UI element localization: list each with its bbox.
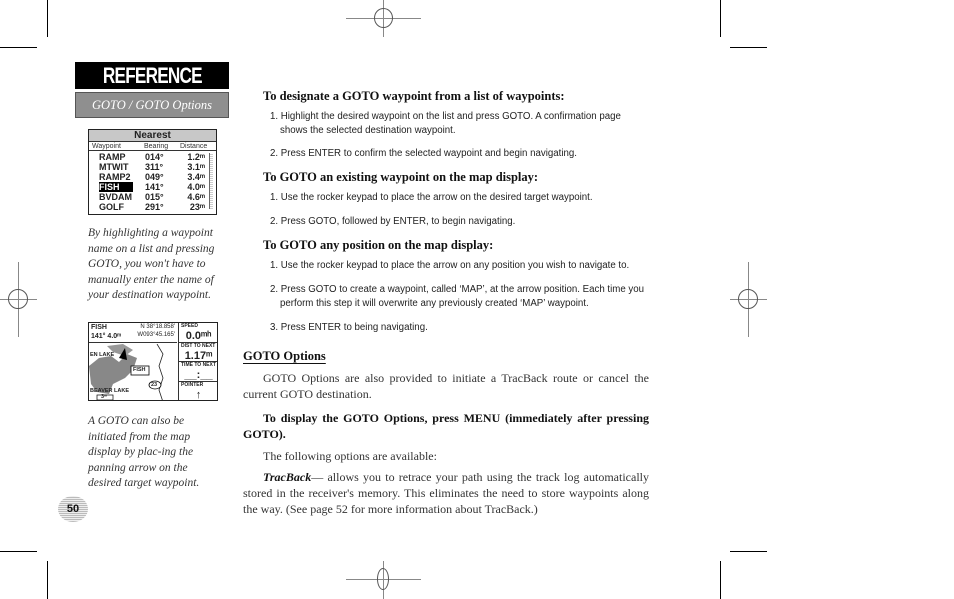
waypoint-name: RAMP2 [99, 172, 131, 182]
waypoint-bearing: 311° [145, 162, 164, 172]
step: 1. Highlight the desired waypoint on the… [270, 111, 621, 136]
crop-mark [730, 551, 767, 552]
caption-nearest: By highlighting a waypoint name on a lis… [88, 227, 215, 301]
scrollbar [209, 153, 213, 209]
waypoint-bearing: 015° [145, 192, 164, 202]
field-label: DIST TO NEXT [181, 342, 216, 349]
chapter-title: REFERENCE [102, 63, 203, 88]
column-header: Waypoint [92, 143, 121, 150]
pointer-field: POINTER ↑ [179, 381, 217, 401]
crop-mark [0, 551, 37, 552]
waypoint-row: GOLF 291° 23ᵐ [89, 202, 216, 212]
waypoint-bearing: 049° [145, 172, 164, 182]
crop-mark [47, 0, 48, 37]
waypoint-distance: 23ᵐ [189, 202, 205, 212]
waypoint-bearing: 014° [145, 152, 164, 162]
waypoint-name: FISH [99, 182, 133, 192]
waypoint-list: RAMP 014° 1.2ᵐ MTWIT 311° 3.1ᵐ RAMP2 049… [89, 151, 216, 212]
options-available: The following options are available: [263, 448, 437, 463]
waypoint-distance: 3.1ᵐ [187, 162, 205, 172]
pointer-arrow-icon: ↑ [195, 388, 202, 401]
tracback-option: TracBack— allows you to retrace your pat… [243, 469, 649, 517]
step: 2. Press GOTO to create a waypoint, call… [270, 284, 645, 309]
tracback-term: TracBack [263, 469, 312, 484]
crop-mark [720, 561, 721, 599]
registration-mark [730, 262, 767, 337]
longitude: W093°45.165' [137, 332, 175, 338]
section-heading: To GOTO any position on the map display: [263, 237, 494, 252]
page-number: 50 [58, 496, 88, 522]
waypoint-name: MTWIT [99, 162, 129, 172]
goto-options-heading: GOTO Options [243, 348, 326, 363]
column-headers: Waypoint Bearing Distance [89, 142, 216, 151]
step: 2. Press ENTER to confirm the selected w… [270, 148, 577, 159]
field-value: 0.0ᵐʰ [185, 330, 212, 342]
nearest-waypoints-screen: Nearest Waypoint Bearing Distance RAMP 0… [88, 129, 217, 215]
caption-map: A GOTO can also be initiated from the ma… [88, 415, 200, 489]
field-value: __:__ [184, 369, 213, 381]
map-label-waypoint: FISH [133, 367, 146, 373]
goto-options-instruction: To display the GOTO Options, press MENU … [243, 410, 649, 441]
goto-options-intro: GOTO Options are also provided to initia… [243, 370, 649, 401]
waypoint-name: BVDAM [99, 192, 132, 202]
waypoint-row: BVDAM 015° 4.6ᵐ [89, 192, 216, 202]
waypoint-bearing: 291° [145, 202, 164, 212]
time-to-next-field: TIME TO NEXT __:__ [179, 362, 217, 382]
map-label-scale: 3ᵐ [101, 394, 108, 400]
step: 3. Press ENTER to being navigating. [270, 322, 428, 333]
screen-title: Nearest [89, 130, 216, 142]
dist-to-next-field: DIST TO NEXT 1.17ᵐ [179, 342, 217, 362]
map-screen: FISH 141° 4.0ᵐ N 38°18.858' W093°45.165'… [88, 322, 218, 401]
speed-field: SPEED 0.0ᵐʰ [179, 323, 217, 343]
data-fields: SPEED 0.0ᵐʰ DIST TO NEXT 1.17ᵐ TIME TO N… [178, 323, 217, 401]
registration-mark [346, 0, 421, 37]
section-tab: GOTO / GOTO Options [75, 92, 229, 118]
field-label: SPEED [181, 323, 198, 329]
waypoint-name: GOLF [99, 202, 124, 212]
crop-mark [730, 47, 767, 48]
waypoint-distance: 1.2ᵐ [187, 152, 205, 162]
field-value: 1.17ᵐ [184, 349, 213, 362]
section-heading: To GOTO an existing waypoint on the map … [263, 169, 539, 184]
field-label: TIME TO NEXT [181, 362, 216, 368]
waypoint-row: MTWIT 311° 3.1ᵐ [89, 162, 216, 172]
registration-mark [346, 561, 421, 599]
column-header: Distance [180, 143, 208, 150]
waypoint-name: RAMP [99, 152, 126, 162]
map-label-lake: EN LAKE [90, 352, 115, 358]
registration-mark [0, 262, 37, 337]
waypoint-bearing: 141° [145, 182, 164, 192]
crop-mark [720, 0, 721, 37]
step: 1. Use the rocker keypad to place the ar… [270, 259, 630, 271]
waypoint-row-selected: FISH 141° 4.0ᵐ [89, 182, 216, 192]
map-area: EN LAKE BEAVER LAKE FISH 23 3ᵐ [89, 343, 177, 400]
chapter-banner: REFERENCE [75, 62, 229, 89]
map-label-route: 23 [151, 382, 158, 388]
step: 2. Press GOTO, followed by ENTER, to beg… [270, 216, 516, 227]
column-header: Bearing [144, 143, 169, 150]
field-label: POINTER [181, 381, 204, 388]
waypoint-row: RAMP2 049° 3.4ᵐ [89, 172, 216, 182]
crop-mark [0, 47, 37, 48]
crop-mark [47, 561, 48, 599]
step: 1. Use the rocker keypad to place the ar… [270, 191, 593, 203]
latitude: N 38°18.858' [140, 324, 175, 330]
main-content: To designate a GOTO waypoint from a list… [243, 89, 649, 517]
waypoint-distance: 4.6ᵐ [187, 192, 205, 202]
waypoint-distance: 4.0ᵐ [187, 182, 205, 192]
road-line [156, 343, 164, 400]
waypoint-row: RAMP 014° 1.2ᵐ [89, 152, 216, 162]
map-label-beaver-lake: BEAVER LAKE [90, 388, 130, 394]
map-header: FISH 141° 4.0ᵐ N 38°18.858' W093°45.165' [89, 323, 177, 343]
waypoint-distance: 3.4ᵐ [187, 172, 205, 182]
position-readout: N 38°18.858' W093°45.165' [137, 323, 175, 339]
section-heading: To designate a GOTO waypoint from a list… [263, 89, 565, 103]
